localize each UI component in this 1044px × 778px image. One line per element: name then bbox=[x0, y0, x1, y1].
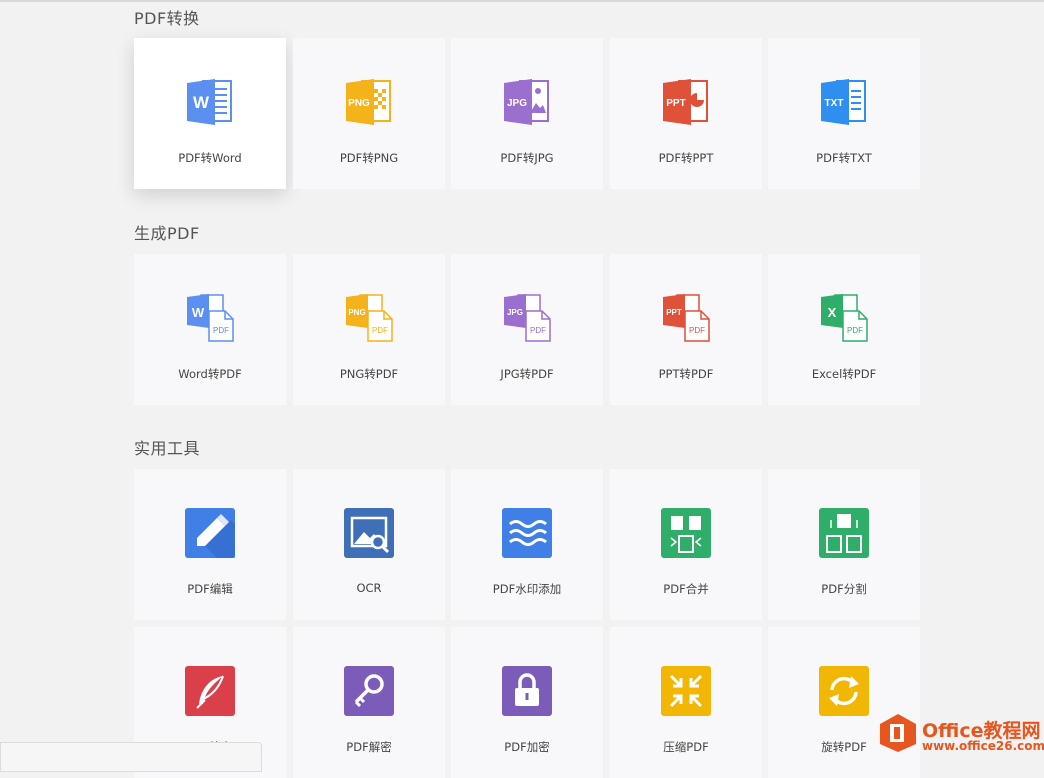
tool-card-pdf-to-jpg[interactable]: JPG PDF转JPG bbox=[451, 38, 603, 189]
tool-label: OCR bbox=[356, 581, 382, 595]
svg-text:PDF: PDF bbox=[530, 326, 546, 335]
svg-text:JPG: JPG bbox=[507, 98, 527, 109]
svg-text:PDF: PDF bbox=[213, 326, 229, 335]
svg-text:PDF: PDF bbox=[689, 326, 705, 335]
svg-text:PDF: PDF bbox=[372, 326, 388, 335]
tool-label: PPT转PDF bbox=[658, 367, 714, 381]
watermark-url: www.office26.com bbox=[922, 739, 1044, 753]
bottom-popup-panel[interactable] bbox=[0, 742, 262, 772]
svg-text:PDF: PDF bbox=[847, 326, 863, 335]
merge-icon bbox=[659, 506, 713, 560]
section-title-pdf-convert: PDF转换 bbox=[134, 9, 200, 28]
ocr-icon bbox=[342, 506, 396, 560]
lock-icon bbox=[500, 664, 554, 718]
tool-card-pdf-watermark[interactable]: PDF水印添加 bbox=[451, 469, 603, 620]
tool-card-pdf-to-word[interactable]: W PDF转Word bbox=[134, 38, 286, 189]
png-to-pdf-icon: PNG PDF bbox=[342, 291, 396, 345]
tool-card-pdf-to-txt[interactable]: TXT PDF转TXT bbox=[768, 38, 920, 189]
tool-label: PDF解密 bbox=[346, 740, 392, 754]
tool-label: PDF加密 bbox=[504, 740, 550, 754]
excel-to-pdf-icon: X PDF bbox=[817, 291, 871, 345]
watermark-icon bbox=[500, 506, 554, 560]
office-watermark: Office教程网 www.office26.com bbox=[878, 712, 1044, 758]
ppt-doc-icon: PPT bbox=[659, 75, 713, 129]
png-doc-icon: PNG bbox=[342, 75, 396, 129]
tool-card-pdf-to-png[interactable]: PNG PDF转PNG bbox=[293, 38, 445, 189]
feather-icon bbox=[183, 664, 237, 718]
tool-card-pdf-split[interactable]: PDF分割 bbox=[768, 469, 920, 620]
section-title-create-pdf: 生成PDF bbox=[134, 224, 200, 243]
key-icon bbox=[342, 664, 396, 718]
word-doc-icon: W bbox=[183, 75, 237, 129]
jpg-to-pdf-icon: JPG PDF bbox=[500, 291, 554, 345]
tool-card-ocr[interactable]: OCR bbox=[293, 469, 445, 620]
pencil-icon bbox=[183, 506, 237, 560]
tool-label: Word转PDF bbox=[178, 367, 242, 381]
tool-label: PDF转TXT bbox=[816, 151, 872, 165]
tool-card-pdf-encrypt[interactable]: PDF加密 bbox=[451, 627, 603, 778]
tool-label: PDF转PPT bbox=[658, 151, 714, 165]
split-icon bbox=[817, 506, 871, 560]
tool-label: PDF分割 bbox=[821, 582, 867, 596]
tool-label: 压缩PDF bbox=[663, 740, 709, 754]
svg-text:W: W bbox=[192, 305, 205, 320]
rotate-icon bbox=[817, 664, 871, 718]
tool-label: PDF转Word bbox=[178, 151, 242, 165]
ppt-to-pdf-icon: PPT PDF bbox=[659, 291, 713, 345]
tool-label: PDF合并 bbox=[663, 582, 709, 596]
tool-card-word-to-pdf[interactable]: W PDF Word转PDF bbox=[134, 254, 286, 405]
tool-card-excel-to-pdf[interactable]: X PDF Excel转PDF bbox=[768, 254, 920, 405]
tool-label: PDF水印添加 bbox=[492, 582, 562, 596]
tool-card-pdf-edit[interactable]: PDF编辑 bbox=[134, 469, 286, 620]
svg-text:PPT: PPT bbox=[666, 308, 682, 317]
svg-text:PNG: PNG bbox=[348, 98, 370, 109]
tool-label: JPG转PDF bbox=[500, 367, 554, 381]
tool-card-png-to-pdf[interactable]: PNG PDF PNG转PDF bbox=[293, 254, 445, 405]
svg-text:JPG: JPG bbox=[507, 308, 523, 317]
tool-card-pdf-merge[interactable]: PDF合并 bbox=[610, 469, 762, 620]
compress-icon bbox=[659, 664, 713, 718]
svg-text:X: X bbox=[828, 305, 837, 320]
section-title-utilities: 实用工具 bbox=[134, 439, 201, 458]
tool-card-jpg-to-pdf[interactable]: JPG PDF JPG转PDF bbox=[451, 254, 603, 405]
top-border bbox=[0, 0, 1044, 2]
svg-text:W: W bbox=[193, 93, 210, 112]
tool-label: Excel转PDF bbox=[811, 367, 877, 381]
tool-card-ppt-to-pdf[interactable]: PPT PDF PPT转PDF bbox=[610, 254, 762, 405]
txt-doc-icon: TXT bbox=[817, 75, 871, 129]
tool-label: PNG转PDF bbox=[339, 367, 399, 381]
tool-card-compress-pdf[interactable]: 压缩PDF bbox=[610, 627, 762, 778]
office-logo-icon bbox=[880, 714, 916, 752]
jpg-doc-icon: JPG bbox=[500, 75, 554, 129]
svg-text:TXT: TXT bbox=[825, 98, 844, 109]
tool-label: PDF编辑 bbox=[187, 582, 233, 596]
tool-label: PDF转JPG bbox=[500, 151, 554, 165]
word-to-pdf-icon: W PDF bbox=[183, 291, 237, 345]
svg-text:PPT: PPT bbox=[666, 98, 685, 109]
tool-card-pdf-decrypt[interactable]: PDF解密 bbox=[293, 627, 445, 778]
tool-card-pdf-to-ppt[interactable]: PPT PDF转PPT bbox=[610, 38, 762, 189]
svg-text:PNG: PNG bbox=[348, 308, 365, 317]
tool-label: PDF转PNG bbox=[339, 151, 399, 165]
